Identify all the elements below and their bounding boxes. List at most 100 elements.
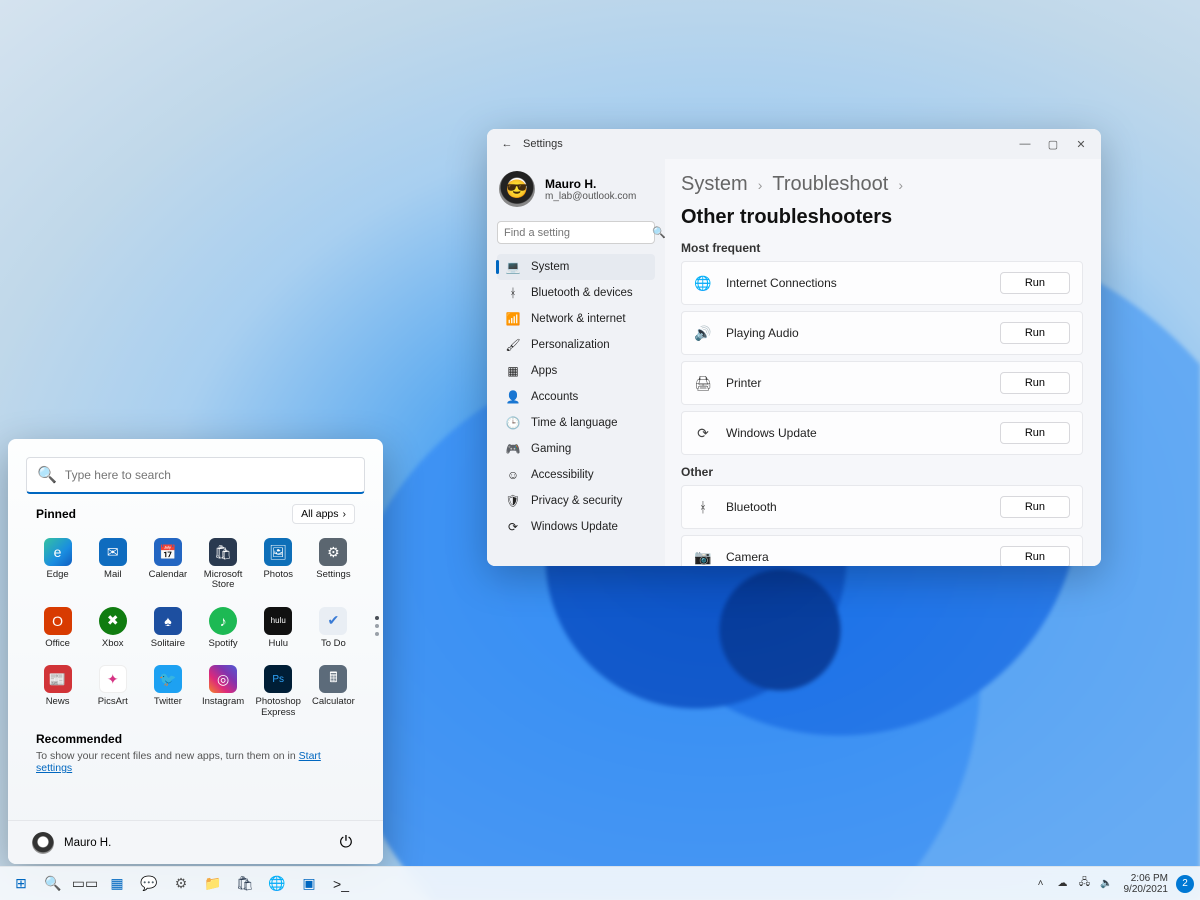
start-menu: 🔍 Pinned All apps › e Edge✉ Mail📅 Calend… [8, 439, 383, 864]
app-label: Calculator [312, 697, 355, 707]
tray-volume-icon[interactable]: 🔈 [1096, 869, 1118, 899]
tray-network-icon[interactable]: 🖧 [1074, 869, 1096, 899]
app-hulu[interactable]: hulu Hulu [251, 601, 306, 655]
troubleshooter-row: 🔊 Playing Audio Run [681, 311, 1083, 355]
start-search[interactable]: 🔍 [26, 457, 365, 494]
taskbar-start-button[interactable]: ⊞ [6, 869, 36, 899]
app-news[interactable]: 📰 News [30, 659, 85, 724]
app-office[interactable]: O Office [30, 601, 85, 655]
taskbar: ⊞🔍▭▭▦💬⚙📁🛍🌐▣>_ ˄☁🖧🔈 2:06 PM 9/20/2021 2 [0, 866, 1200, 900]
troubleshooter-row: ⟳ Windows Update Run [681, 411, 1083, 455]
app-label: Hulu [268, 639, 288, 649]
run-button[interactable]: Run [1000, 422, 1070, 444]
app-to-do[interactable]: ✔ To Do [306, 601, 361, 655]
sidebar-item-label: System [531, 261, 569, 273]
taskbar-taskview-button[interactable]: ▭▭ [70, 869, 100, 899]
app-icon: e [44, 538, 72, 566]
minimize-button[interactable]: — [1011, 132, 1039, 156]
troubleshooter-title: Windows Update [726, 426, 986, 440]
app-photos[interactable]: 🖼 Photos [251, 532, 306, 597]
sidebar-item-network[interactable]: 📶 Network & internet [497, 306, 655, 332]
app-twitter[interactable]: 🐦 Twitter [140, 659, 195, 724]
taskbar-clock[interactable]: 2:06 PM 9/20/2021 [1120, 873, 1173, 895]
apps-icon: ▦ [505, 364, 521, 378]
run-button[interactable]: Run [1000, 372, 1070, 394]
app-icon: O [44, 607, 72, 635]
crumb-system[interactable]: System [681, 173, 748, 196]
tray-onedrive-icon[interactable]: ☁ [1052, 869, 1074, 899]
taskbar-explorer-button[interactable]: 📁 [198, 869, 228, 899]
app-icon: ♪ [209, 607, 237, 635]
sidebar-item-privacy[interactable]: 🛡 Privacy & security [497, 488, 655, 514]
taskbar-widgets-button[interactable]: ▦ [102, 869, 132, 899]
app-icon: ♠ [154, 607, 182, 635]
system-icon: 💻 [505, 260, 521, 274]
sidebar-item-apps[interactable]: ▦ Apps [497, 358, 655, 384]
app-mail[interactable]: ✉ Mail [85, 532, 140, 597]
app-edge[interactable]: e Edge [30, 532, 85, 597]
time-icon: 🕒 [505, 416, 521, 430]
close-button[interactable]: ✕ [1067, 132, 1095, 156]
clock-date: 9/20/2021 [1124, 884, 1169, 895]
taskbar-search-button[interactable]: 🔍 [38, 869, 68, 899]
sidebar-item-time[interactable]: 🕒 Time & language [497, 410, 655, 436]
profile-block[interactable]: 😎 Mauro H. m_lab@outlook.com [497, 165, 655, 219]
taskbar-store-button[interactable]: 🛍 [230, 869, 260, 899]
profile-email: m_lab@outlook.com [545, 191, 636, 202]
taskbar-settings-button[interactable]: ⚙ [166, 869, 196, 899]
settings-search-input[interactable] [504, 227, 646, 239]
sidebar-item-bluetooth[interactable]: ᚼ Bluetooth & devices [497, 280, 655, 306]
all-apps-button[interactable]: All apps › [292, 504, 355, 524]
app-calendar[interactable]: 📅 Calendar [140, 532, 195, 597]
pinned-heading: Pinned [36, 507, 76, 521]
app-icon: Ps [264, 665, 292, 693]
tray-overflow-icon[interactable]: ˄ [1030, 869, 1052, 899]
run-button[interactable]: Run [1000, 496, 1070, 518]
app-label: Photos [263, 570, 293, 580]
crumb-troubleshoot[interactable]: Troubleshoot [772, 173, 888, 196]
app-solitaire[interactable]: ♠ Solitaire [140, 601, 195, 655]
sidebar-item-personalization[interactable]: 🖌 Personalization [497, 332, 655, 358]
app-microsoft-store[interactable]: 🛍 Microsoft Store [196, 532, 251, 597]
app-xbox[interactable]: ✖ Xbox [85, 601, 140, 655]
app-spotify[interactable]: ♪ Spotify [196, 601, 251, 655]
app-photoshop-express[interactable]: Ps Photoshop Express [251, 659, 306, 724]
back-button[interactable]: ← [497, 134, 517, 154]
app-label: Microsoft Store [196, 570, 251, 591]
power-button[interactable]: ⏻ [333, 830, 359, 856]
avatar [32, 832, 54, 854]
taskbar-edge-button[interactable]: 🌐 [262, 869, 292, 899]
page-indicator [375, 616, 379, 636]
current-user-button[interactable]: Mauro H. [32, 832, 111, 854]
app-icon: 🐦 [154, 665, 182, 693]
notifications-badge[interactable]: 2 [1176, 875, 1194, 893]
app-calculator[interactable]: 🖩 Calculator [306, 659, 361, 724]
sidebar-item-label: Privacy & security [531, 495, 622, 507]
privacy-icon: 🛡 [505, 494, 521, 508]
run-button[interactable]: Run [1000, 322, 1070, 344]
personalization-icon: 🖌 [505, 338, 521, 352]
app-settings[interactable]: ⚙ Settings [306, 532, 361, 597]
sidebar-item-accounts[interactable]: 👤 Accounts [497, 384, 655, 410]
sidebar-item-system[interactable]: 💻 System [497, 254, 655, 280]
taskbar-terminal2-button[interactable]: >_ [326, 869, 356, 899]
app-instagram[interactable]: ◎ Instagram [196, 659, 251, 724]
section-other: Other [681, 465, 1083, 479]
sidebar-item-update[interactable]: ⟳ Windows Update [497, 514, 655, 540]
run-button[interactable]: Run [1000, 546, 1070, 566]
run-button[interactable]: Run [1000, 272, 1070, 294]
settings-search[interactable]: 🔍 [497, 221, 655, 244]
taskbar-chat-button[interactable]: 💬 [134, 869, 164, 899]
app-picsart[interactable]: ✦ PicsArt [85, 659, 140, 724]
app-label: Xbox [102, 639, 124, 649]
sidebar-item-label: Bluetooth & devices [531, 287, 633, 299]
sidebar-item-accessibility[interactable]: ☺ Accessibility [497, 462, 655, 488]
chevron-right-icon: › [758, 177, 763, 193]
taskbar-terminal1-button[interactable]: ▣ [294, 869, 324, 899]
sidebar-item-gaming[interactable]: 🎮 Gaming [497, 436, 655, 462]
maximize-button[interactable]: ▢ [1039, 132, 1067, 156]
profile-name: Mauro H. [545, 177, 636, 191]
app-label: Instagram [202, 697, 244, 707]
gaming-icon: 🎮 [505, 442, 521, 456]
start-search-input[interactable] [65, 468, 354, 482]
